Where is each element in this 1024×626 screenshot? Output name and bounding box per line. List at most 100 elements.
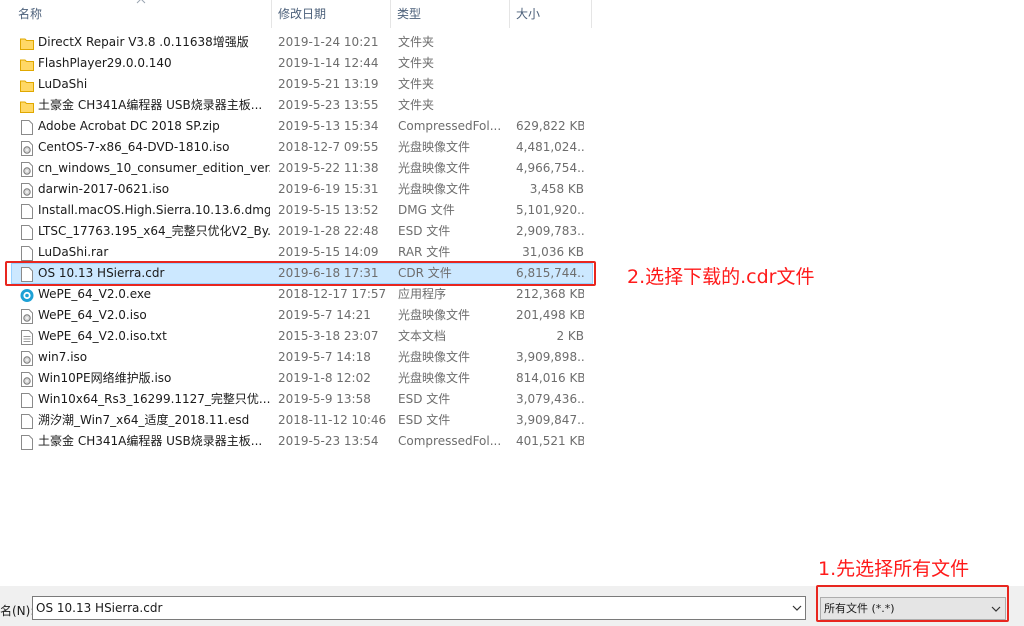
- column-size-header[interactable]: 大小: [510, 0, 590, 28]
- file-name: 土豪金 CH341A编程器 USB烧录器主板...: [38, 434, 263, 448]
- file-row[interactable]: LuDaShi 2019-5-21 13:19 文件夹: [11, 74, 593, 95]
- file-size: 4,481,024...: [516, 140, 584, 154]
- file-size: [516, 33, 584, 52]
- disc-image-icon: [21, 351, 33, 366]
- filename-label: 名(N):: [0, 604, 35, 618]
- column-type-header[interactable]: 类型: [391, 0, 509, 28]
- file-type: CompressedFol...: [398, 434, 502, 448]
- file-row[interactable]: Adobe Acrobat DC 2018 SP.zip 2019-5-13 1…: [11, 116, 593, 137]
- file-row[interactable]: WePE_64_V2.0.iso.txt 2015-3-18 23:07 文本文…: [11, 326, 593, 347]
- file-name: WePE_64_V2.0.exe: [38, 287, 152, 301]
- file-size: 5,101,920...: [516, 203, 584, 217]
- file-row[interactable]: LTSC_17763.195_x64_完整只优化V2_By... 2019-1-…: [11, 221, 593, 242]
- file-type: DMG 文件: [398, 203, 455, 217]
- file-row[interactable]: cn_windows_10_consumer_edition_ver... 20…: [11, 158, 593, 179]
- file-date: 2019-5-23 13:55: [278, 98, 379, 112]
- folder-icon: [20, 59, 34, 71]
- file-type: 文件夹: [398, 35, 435, 49]
- file-row[interactable]: 土豪金 CH341A编程器 USB烧录器主板... 2019-5-23 13:5…: [11, 431, 593, 452]
- file-type: 光盘映像文件: [398, 182, 471, 196]
- disc-image-icon: [21, 162, 33, 177]
- file-size: [516, 54, 584, 73]
- file-date: 2019-5-15 14:09: [278, 245, 379, 259]
- file-type: 光盘映像文件: [398, 308, 471, 322]
- file-type: ESD 文件: [398, 224, 451, 238]
- column-header: 名称 修改日期 类型 大小: [0, 0, 1024, 28]
- file-row[interactable]: WePE_64_V2.0.exe 2018-12-17 17:57 应用程序 2…: [11, 284, 593, 305]
- file-row[interactable]: FlashPlayer29.0.0.140 2019-1-14 12:44 文件…: [11, 53, 593, 74]
- file-type: 光盘映像文件: [398, 140, 471, 154]
- file-date: 2019-5-9 13:58: [278, 392, 371, 406]
- file-name: 土豪金 CH341A编程器 USB烧录器主板...: [38, 98, 263, 112]
- file-type: ESD 文件: [398, 413, 451, 427]
- file-row[interactable]: Install.macOS.High.Sierra.10.13.6.dmg 20…: [11, 200, 593, 221]
- file-icon: [21, 225, 33, 240]
- file-name: cn_windows_10_consumer_edition_ver...: [38, 161, 270, 175]
- file-date: 2019-5-7 14:21: [278, 308, 371, 322]
- disc-image-icon: [21, 372, 33, 387]
- file-name: DirectX Repair V3.8 .0.11638增强版: [38, 35, 249, 49]
- file-date: 2019-1-28 22:48: [278, 224, 379, 238]
- file-date: 2019-5-23 13:54: [278, 434, 379, 448]
- file-size: 201,498 KB: [516, 308, 584, 322]
- file-row[interactable]: LuDaShi.rar 2019-5-15 14:09 RAR 文件 31,03…: [11, 242, 593, 263]
- file-name: Install.macOS.High.Sierra.10.13.6.dmg: [38, 203, 270, 217]
- file-size: 2,909,783...: [516, 224, 584, 238]
- file-type: 光盘映像文件: [398, 371, 471, 385]
- file-type: ESD 文件: [398, 392, 451, 406]
- chevron-down-icon[interactable]: [792, 603, 802, 613]
- file-size: 3,909,898...: [516, 350, 584, 364]
- file-name: WePE_64_V2.0.iso.txt: [38, 329, 167, 343]
- file-size: 3,079,436...: [516, 392, 584, 406]
- file-type: 文件夹: [398, 56, 435, 70]
- folder-icon: [20, 80, 34, 92]
- file-row[interactable]: darwin-2017-0621.iso 2019-6-19 15:31 光盘映…: [11, 179, 593, 200]
- filename-input[interactable]: [33, 597, 786, 619]
- file-date: 2019-5-22 11:38: [278, 161, 379, 175]
- file-icon: [21, 414, 33, 429]
- file-size: 629,822 KB: [516, 119, 584, 133]
- file-date: 2018-11-12 10:46: [278, 413, 387, 427]
- disc-image-icon: [21, 141, 33, 156]
- disc-image-icon: [21, 183, 33, 198]
- file-name: 溯汐潮_Win7_x64_适度_2018.11.esd: [38, 413, 250, 427]
- file-size: [516, 96, 584, 115]
- file-name: LuDaShi: [38, 77, 88, 91]
- file-name: Adobe Acrobat DC 2018 SP.zip: [38, 119, 220, 133]
- file-name: Win10PE网络维护版.iso: [38, 371, 172, 385]
- file-size: 401,521 KB: [516, 434, 584, 448]
- file-row[interactable]: Win10PE网络维护版.iso 2019-1-8 12:02 光盘映像文件 8…: [11, 368, 593, 389]
- column-name-header[interactable]: 名称: [12, 0, 270, 28]
- file-row[interactable]: WePE_64_V2.0.iso 2019-5-7 14:21 光盘映像文件 2…: [11, 305, 593, 326]
- file-icon: [21, 435, 33, 450]
- file-row[interactable]: Win10x64_Rs3_16299.1127_完整只优... 2019-5-9…: [11, 389, 593, 410]
- file-row[interactable]: DirectX Repair V3.8 .0.11638增强版 2019-1-2…: [11, 32, 593, 53]
- file-date: 2019-1-8 12:02: [278, 371, 371, 385]
- file-name: CentOS-7-x86_64-DVD-1810.iso: [38, 140, 230, 154]
- file-type: 光盘映像文件: [398, 350, 471, 364]
- file-date: 2015-3-18 23:07: [278, 329, 379, 343]
- file-size: 212,368 KB: [516, 287, 584, 301]
- column-separator[interactable]: [591, 0, 592, 28]
- column-date-header[interactable]: 修改日期: [272, 0, 390, 28]
- filename-field[interactable]: [32, 596, 806, 620]
- file-date: 2019-5-21 13:19: [278, 77, 379, 91]
- file-size: 814,016 KB: [516, 371, 584, 385]
- file-size: 2 KB: [556, 329, 584, 343]
- file-type: 文本文档: [398, 329, 447, 343]
- file-type: 文件夹: [398, 77, 435, 91]
- file-date: 2018-12-17 17:57: [278, 287, 387, 301]
- file-row[interactable]: win7.iso 2019-5-7 14:18 光盘映像文件 3,909,898…: [11, 347, 593, 368]
- file-name: FlashPlayer29.0.0.140: [38, 56, 172, 70]
- file-row[interactable]: 溯汐潮_Win7_x64_适度_2018.11.esd 2018-11-12 1…: [11, 410, 593, 431]
- file-row[interactable]: 土豪金 CH341A编程器 USB烧录器主板... 2019-5-23 13:5…: [11, 95, 593, 116]
- highlight-selected-file-box: [5, 261, 596, 286]
- wepe-app-icon: [20, 289, 34, 302]
- file-row[interactable]: CentOS-7-x86_64-DVD-1810.iso 2018-12-7 0…: [11, 137, 593, 158]
- highlight-filter-box: [816, 585, 1009, 622]
- annotation-step-1: 1.先选择所有文件: [818, 558, 970, 580]
- file-icon: [21, 393, 33, 408]
- file-type: CompressedFol...: [398, 119, 502, 133]
- file-size: 4,966,754...: [516, 161, 584, 175]
- file-date: 2018-12-7 09:55: [278, 140, 379, 154]
